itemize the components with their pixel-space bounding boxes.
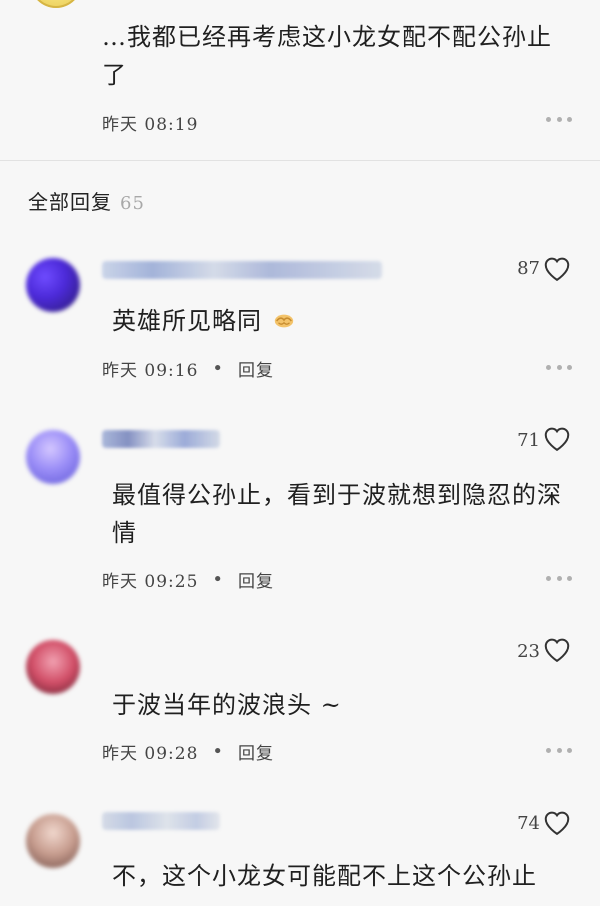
comment-time: 昨天 09:25	[102, 572, 199, 592]
comment-more-button[interactable]	[546, 747, 572, 753]
separator-dot: •	[212, 740, 225, 762]
top-comment-text: …我都已经再考虑这小龙女配不配公孙止了	[102, 23, 552, 89]
comment-time: 昨天 09:28	[102, 744, 199, 764]
comment-meta: 昨天 09:28 • 回复	[102, 739, 274, 764]
heart-outline-icon[interactable]	[542, 808, 572, 836]
more-dot-icon	[546, 575, 551, 581]
like-count: 23	[517, 641, 540, 662]
separator-dot: •	[212, 357, 225, 379]
top-comment-time: 昨天 08:19	[102, 115, 199, 135]
heart-outline-icon[interactable]	[542, 635, 572, 663]
user-avatar[interactable]	[26, 258, 80, 312]
more-dot-icon	[556, 364, 562, 370]
comment-more-button[interactable]	[546, 575, 572, 581]
like-count: 87	[517, 258, 540, 279]
comment-meta: 昨天 09:25 • 回复	[102, 567, 274, 592]
replies-title: 全部回复	[28, 190, 112, 214]
comment-text: 英雄所见略同	[112, 302, 572, 340]
replies-count: 65	[120, 193, 145, 214]
username-blurred[interactable]	[102, 261, 382, 279]
heart-outline-icon[interactable]	[542, 254, 572, 282]
reply-button[interactable]: 回复	[238, 739, 274, 764]
more-dot-icon	[556, 116, 562, 122]
comment-text: 不，这个小龙女可能配不上这个公孙止	[112, 862, 537, 890]
reply-button[interactable]: 回复	[238, 356, 274, 381]
more-dot-icon	[567, 364, 572, 370]
replies-header: 全部回复 65	[28, 186, 145, 215]
username-blurred[interactable]	[102, 812, 220, 830]
handshake-emoji	[274, 314, 293, 328]
comment-more-button[interactable]	[546, 364, 572, 370]
more-dot-icon	[556, 575, 562, 581]
separator-dot: •	[212, 568, 225, 590]
top-comment-more-button[interactable]	[546, 116, 572, 122]
top-comment-avatar[interactable]	[30, 0, 82, 8]
like-count: 71	[517, 430, 540, 451]
more-dot-icon	[546, 364, 551, 370]
more-dot-icon	[567, 747, 572, 753]
like-count: 74	[517, 813, 540, 834]
more-dot-icon	[546, 747, 551, 753]
comment-text: 于波当年的波浪头 ~	[112, 691, 342, 719]
section-divider	[0, 160, 600, 161]
comment-text: 最值得公孙止，看到于波就想到隐忍的深情	[112, 481, 562, 547]
user-avatar[interactable]	[26, 814, 80, 868]
user-avatar[interactable]	[26, 430, 80, 484]
user-avatar[interactable]	[26, 640, 80, 694]
more-dot-icon	[546, 116, 551, 122]
comment-meta: 昨天 09:16 • 回复	[102, 356, 274, 381]
top-comment-meta: 昨天 08:19	[102, 110, 198, 135]
heart-outline-icon[interactable]	[542, 424, 572, 452]
reply-button[interactable]: 回复	[238, 567, 274, 592]
username-blurred[interactable]	[102, 430, 220, 448]
more-dot-icon	[567, 116, 572, 122]
more-dot-icon	[567, 575, 572, 581]
comment-time: 昨天 09:16	[102, 361, 199, 381]
more-dot-icon	[556, 747, 562, 753]
comment-text-content: 英雄所见略同	[112, 307, 262, 335]
